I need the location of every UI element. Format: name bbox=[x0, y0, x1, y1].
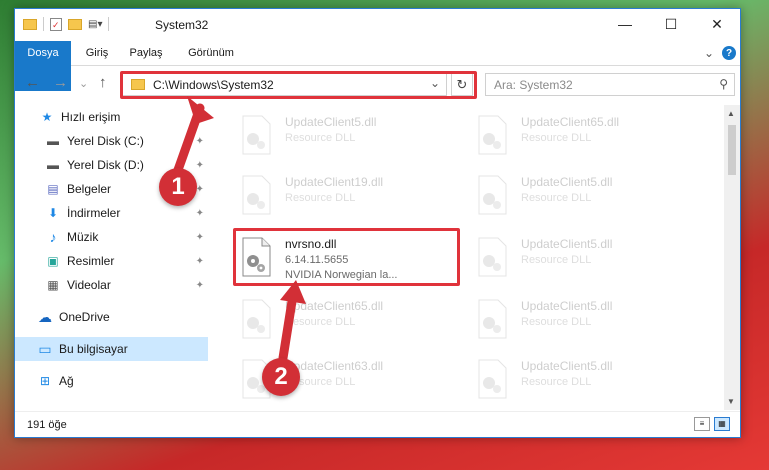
arrow-step-2 bbox=[278, 290, 298, 363]
step-1-callout: 1 bbox=[159, 168, 197, 206]
annotation-arrows bbox=[173, 96, 306, 363]
step-2-callout: 2 bbox=[262, 358, 300, 396]
arrow-head-step-2 bbox=[280, 280, 306, 304]
